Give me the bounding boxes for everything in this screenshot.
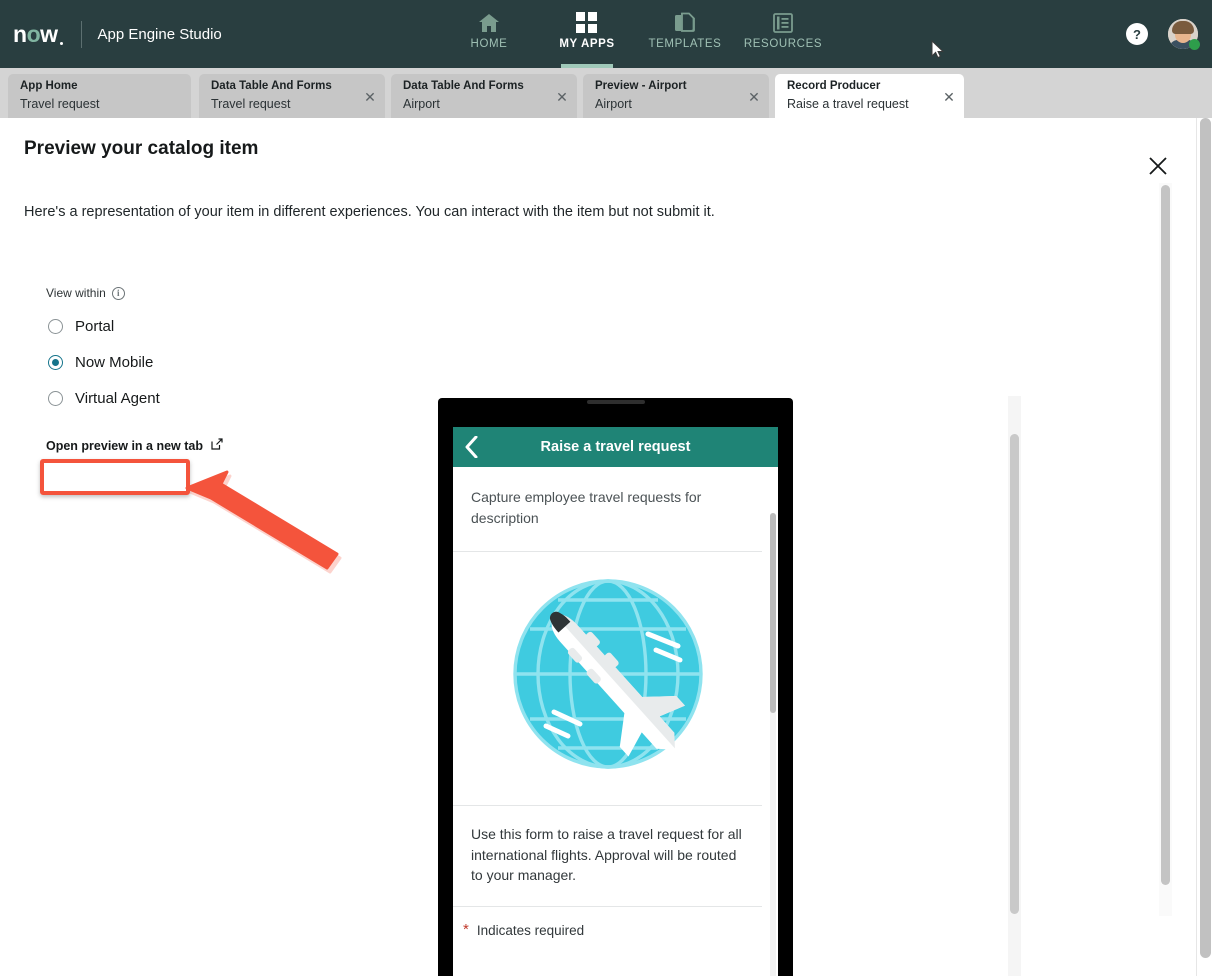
mobile-preview-frame: Raise a travel request Capture employee … [438,398,793,976]
page-title: Preview your catalog item [24,138,259,159]
tab-title: App Home [20,80,78,92]
mobile-scrollbar[interactable] [770,513,776,976]
tab-strip: App Home Travel request Data Table And F… [0,68,1212,164]
info-icon[interactable]: i [111,286,125,300]
radio-now-mobile-label: Now Mobile [75,353,154,371]
phone-speaker-icon [586,400,645,404]
brand-divider [80,20,82,48]
radio-virtual-agent-label: Virtual Agent [75,389,160,407]
tab-record-producer[interactable]: Record Producer Raise a travel request ✕ [775,74,964,118]
app-title: App Engine Studio [97,25,222,43]
preview-panel-scrollbar-thumb[interactable] [1010,434,1019,914]
radio-portal-label: Portal [75,317,115,335]
mobile-header: Raise a travel request [453,427,778,467]
grid-icon [576,11,598,35]
modal-description: Here's a representation of your item in … [24,204,715,220]
mobile-short-description: Capture employee travel requests for des… [453,467,762,552]
modal-scrollbar-thumb[interactable] [1161,185,1170,885]
nav-item-home-label: HOME [470,38,508,50]
open-preview-new-tab-link[interactable]: Open preview in a new tab [46,438,376,453]
open-preview-new-tab-label: Open preview in a new tab [46,438,203,453]
mobile-scroll-area: Capture employee travel requests for des… [453,467,778,976]
global-header: now App Engine Studio HOME MY APPS TEMPL… [0,0,1212,68]
nav-item-resources-label: RESOURCES [743,38,823,50]
tab-data-table-airport[interactable]: Data Table And Forms Airport ✕ [391,74,577,118]
tab-close-icon[interactable]: ✕ [942,90,956,104]
browser-scrollbar-thumb[interactable] [1200,118,1211,958]
tab-subtitle: Airport [595,97,632,111]
required-note-label: Indicates required [476,922,585,938]
nav-item-templates-label: TEMPLATES [648,38,722,50]
tab-preview-airport[interactable]: Preview - Airport Airport ✕ [583,74,769,118]
nav-item-home[interactable]: HOME [440,0,538,68]
globe-airplane-icon [508,574,708,779]
global-nav: HOME MY APPS TEMPLATES RESOURCES [440,0,832,68]
app-root: now App Engine Studio HOME MY APPS TEMPL… [0,0,1212,976]
tab-title: Preview - Airport [595,80,687,92]
radio-portal-icon [48,318,63,334]
browser-scrollbar[interactable] [1196,118,1212,976]
now-logo-icon: now [13,21,63,48]
book-icon [772,11,794,35]
mobile-preview-screen: Raise a travel request Capture employee … [453,427,778,976]
annotation-arrow-icon [185,470,350,580]
radio-option-virtual-agent[interactable]: Virtual Agent [46,380,376,416]
tab-subtitle: Travel request [20,97,100,111]
header-actions: ? [1126,0,1200,68]
required-asterisk-icon: * [463,920,469,938]
documents-icon [674,11,696,35]
view-within-label: View within i [46,286,376,300]
external-link-icon [211,438,223,453]
tab-close-icon[interactable]: ✕ [363,90,377,104]
tab-data-table-travel[interactable]: Data Table And Forms Travel request ✕ [199,74,385,118]
mobile-body-text: Use this form to raise a travel request … [453,806,762,907]
nav-item-templates[interactable]: TEMPLATES [636,0,734,68]
radio-virtual-agent-icon [48,390,63,406]
view-within-text: View within [46,286,106,300]
help-icon[interactable]: ? [1126,23,1148,45]
home-icon [478,11,500,35]
tab-subtitle: Travel request [211,97,291,111]
tab-title: Record Producer [787,80,881,92]
radio-option-now-mobile[interactable]: Now Mobile [46,344,376,380]
back-chevron-icon[interactable] [465,435,478,463]
nav-item-my-apps[interactable]: MY APPS [538,0,636,68]
avatar[interactable] [1168,19,1200,50]
avatar-status-badge [1189,39,1200,50]
brand[interactable]: now App Engine Studio [0,0,222,68]
mouse-cursor [931,39,947,60]
modal-scrollbar[interactable] [1159,183,1172,916]
tab-subtitle: Raise a travel request [787,97,909,111]
radio-option-portal[interactable]: Portal [46,308,376,344]
mobile-illustration-wrap [453,552,762,806]
tab-subtitle: Airport [403,97,440,111]
view-within-group: View within i Portal Now Mobile Virtual … [46,286,376,453]
mobile-required-note: * Indicates required [453,907,762,938]
radio-now-mobile-icon [48,354,63,370]
nav-item-my-apps-label: MY APPS [559,38,615,50]
preview-panel-scrollbar[interactable] [1008,396,1021,976]
tab-title: Data Table And Forms [403,80,524,92]
tab-close-icon[interactable]: ✕ [747,90,761,104]
tab-close-icon[interactable]: ✕ [555,90,569,104]
close-icon[interactable] [1144,152,1172,180]
preview-modal: Preview your catalog item Here's a repre… [0,118,1212,976]
mobile-header-title: Raise a travel request [540,439,691,455]
nav-item-resources[interactable]: RESOURCES [734,0,832,68]
tab-title: Data Table And Forms [211,80,332,92]
mobile-scrollbar-thumb[interactable] [770,513,776,713]
annotation-highlight-box [40,459,190,495]
tab-app-home[interactable]: App Home Travel request [8,74,191,118]
